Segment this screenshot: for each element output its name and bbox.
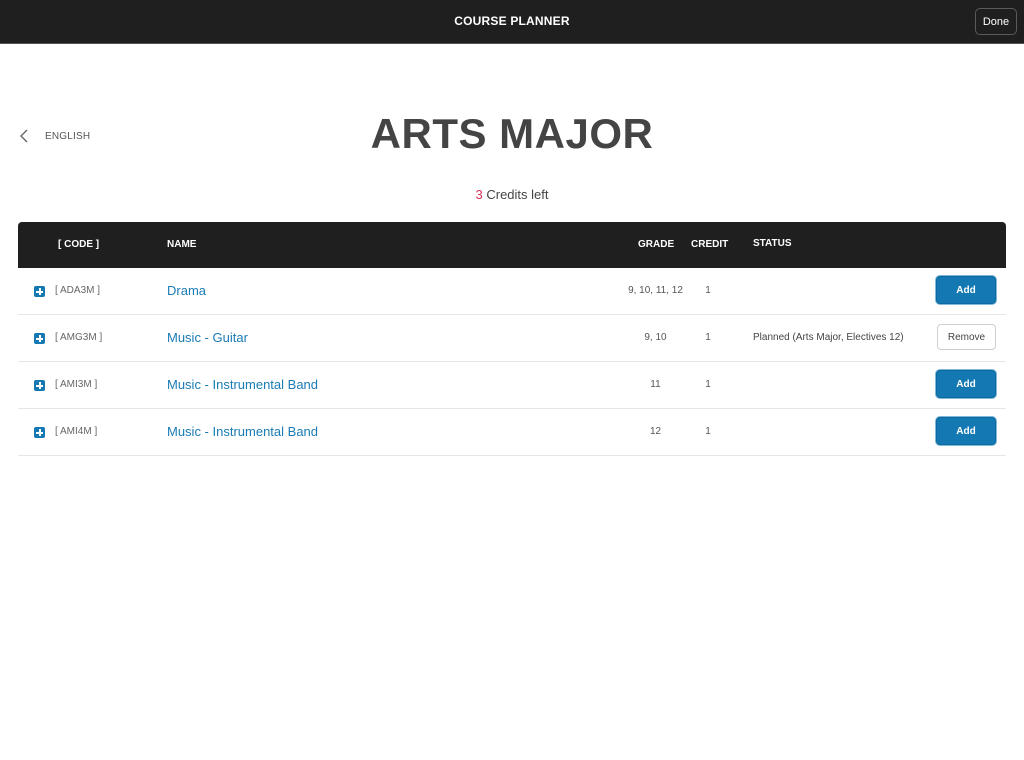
course-credit: 1 — [705, 426, 711, 437]
course-credit: 1 — [705, 379, 711, 390]
course-name-link[interactable]: Drama — [167, 283, 206, 298]
table-row: [ AMI3M ] Music - Instrumental Band 11 1… — [18, 362, 1006, 409]
table-header: [ CODE ] NAME GRADE CREDIT STATUS — [18, 222, 1006, 268]
course-name-link[interactable]: Music - Guitar — [167, 330, 248, 345]
credits-left-label: Credits left — [482, 187, 549, 202]
course-name-link[interactable]: Music - Instrumental Band — [167, 377, 318, 392]
table-row: [ AMI4M ] Music - Instrumental Band 12 1… — [18, 409, 1006, 456]
credits-left-count: 3 — [475, 187, 483, 202]
course-credit: 1 — [705, 332, 711, 343]
header-code: [ CODE ] — [58, 239, 100, 250]
course-code: [ ADA3M ] — [55, 285, 101, 296]
course-name-link[interactable]: Music - Instrumental Band — [167, 424, 318, 439]
course-grade: 9, 10 — [644, 332, 667, 343]
course-code: [ AMI4M ] — [55, 426, 98, 437]
credits-left: 3 Credits left — [0, 187, 1024, 202]
done-button[interactable]: Done — [975, 8, 1017, 35]
table-row: [ AMG3M ] Music - Guitar 9, 10 1 Planned… — [18, 315, 1006, 362]
course-code: [ AMG3M ] — [55, 332, 103, 343]
course-grade: 12 — [649, 426, 662, 437]
remove-button[interactable]: Remove — [937, 324, 996, 350]
course-code: [ AMI3M ] — [55, 379, 98, 390]
add-button[interactable]: Add — [936, 370, 996, 398]
header-name: NAME — [167, 239, 197, 250]
add-button[interactable]: Add — [936, 276, 996, 304]
expand-plus-icon[interactable] — [34, 427, 45, 438]
course-grade: 9, 10, 11, 12 — [628, 285, 683, 296]
header-status: STATUS — [753, 238, 792, 249]
course-status: Planned (Arts Major, Electives 12) — [753, 332, 904, 343]
header-grade: GRADE — [638, 239, 675, 250]
expand-plus-icon[interactable] — [34, 380, 45, 391]
course-table: [ CODE ] NAME GRADE CREDIT STATUS [ ADA3… — [18, 222, 1006, 456]
page-title: ARTS MAJOR — [370, 110, 654, 157]
expand-plus-icon[interactable] — [34, 286, 45, 297]
table-row: [ ADA3M ] Drama 9, 10, 11, 12 1 Add — [18, 268, 1006, 315]
expand-plus-icon[interactable] — [34, 333, 45, 344]
add-button[interactable]: Add — [936, 417, 996, 445]
top-nav-bar: COURSE PLANNER Done — [0, 0, 1024, 44]
course-grade: 11 — [650, 379, 661, 390]
course-credit: 1 — [705, 285, 711, 296]
app-title: COURSE PLANNER — [454, 14, 570, 28]
header-credit: CREDIT — [691, 239, 729, 250]
